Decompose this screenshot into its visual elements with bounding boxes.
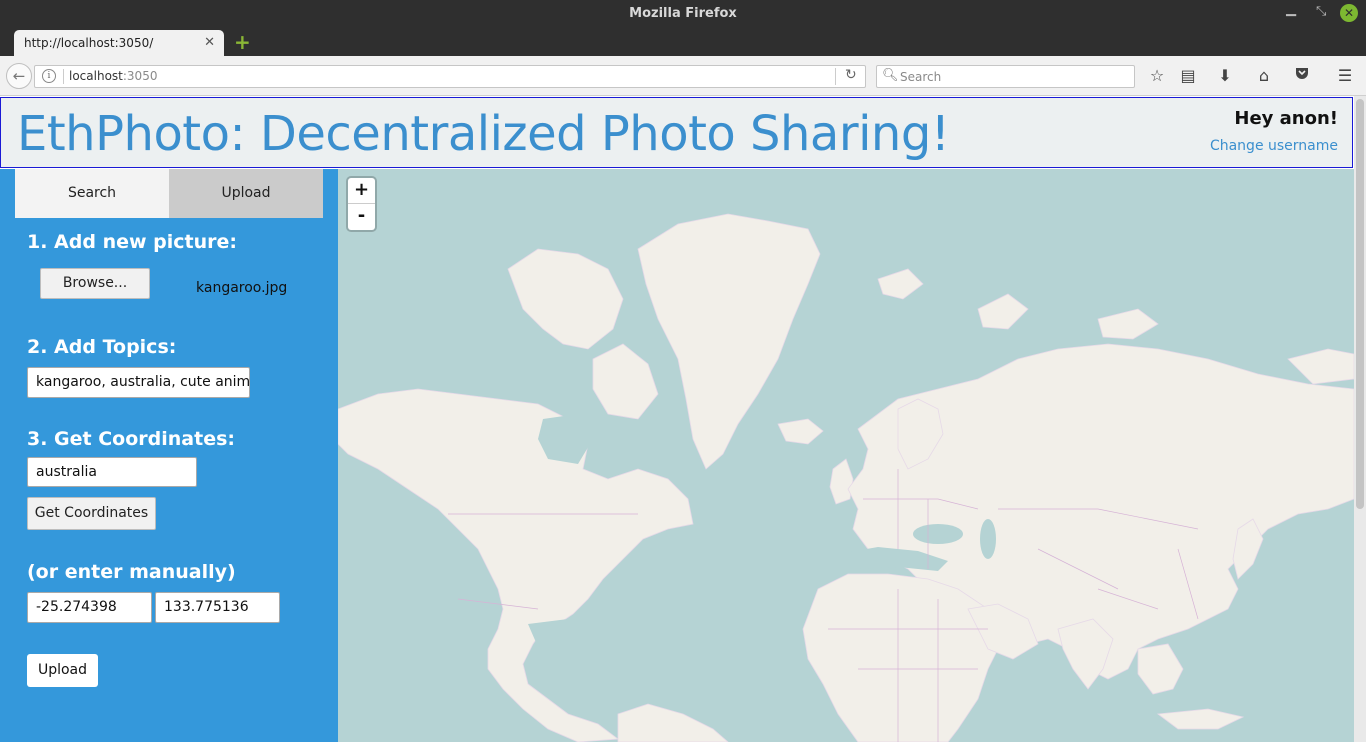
url-separator (63, 69, 64, 84)
zoom-in-button[interactable]: + (348, 178, 375, 204)
url-bar[interactable]: i localhost:3050 ↻ (34, 65, 866, 88)
menu-icon[interactable]: ☰ (1334, 65, 1356, 87)
pocket-icon[interactable] (1291, 65, 1313, 87)
arctic-islands-land (507, 248, 624, 350)
change-username-link[interactable]: Change username (1210, 138, 1338, 154)
zoom-control: + - (348, 178, 375, 230)
tab-title: http://localhost:3050/ (24, 36, 154, 50)
caspian-sea (980, 519, 996, 559)
novaya-zemlya-land (977, 293, 1029, 330)
upload-button[interactable]: Upload (27, 654, 98, 687)
back-icon[interactable]: ← (6, 63, 32, 89)
siberian-islands-land (1097, 308, 1159, 340)
url-port: :3050 (122, 69, 158, 83)
gulf-of-mexico (528, 619, 588, 649)
browser-tab[interactable]: http://localhost:3050/ ✕ (14, 30, 224, 56)
get-coordinates-button[interactable]: Get Coordinates (27, 497, 156, 530)
location-input[interactable]: australia (27, 457, 197, 487)
window-title: Mozilla Firefox (629, 6, 737, 21)
step1-heading: 1. Add new picture: (27, 231, 237, 253)
zoom-out-button[interactable]: - (348, 204, 375, 230)
sidebar-tabs: Search Upload (15, 169, 323, 218)
url-host: localhost (69, 69, 123, 83)
info-icon[interactable]: i (42, 69, 56, 83)
latitude-input[interactable]: -25.274398 (27, 592, 152, 623)
url-divider (835, 68, 836, 85)
iceland-land (777, 418, 824, 445)
minimize-icon[interactable]: ▁ (1286, 2, 1296, 17)
topics-input[interactable]: kangaroo, australia, cute animal (27, 367, 250, 398)
africa-land (802, 573, 1004, 742)
bookmark-star-icon[interactable]: ☆ (1146, 65, 1168, 87)
page-scrollbar[interactable] (1354, 96, 1366, 742)
tab-upload[interactable]: Upload (169, 169, 323, 218)
nav-bar: ← i localhost:3050 ↻ 🔍︎ Search ☆ ▤ ⬇ ⌂ ☰ (0, 56, 1366, 96)
indonesia-land (1156, 708, 1245, 730)
step3-heading: 3. Get Coordinates: (27, 428, 235, 450)
search-bar[interactable]: 🔍︎ Search (876, 65, 1135, 88)
new-tab-icon[interactable]: + (234, 30, 251, 54)
search-icon: 🔍︎ (882, 68, 899, 83)
restore-icon[interactable]: ⤡ (1316, 4, 1326, 19)
southeast-asia-land (1137, 643, 1184, 695)
download-icon[interactable]: ⬇ (1214, 65, 1236, 87)
manual-entry-heading: (or enter manually) (27, 561, 236, 583)
page: EthPhoto: Decentralized Photo Sharing! H… (0, 96, 1366, 742)
scrollbar-thumb[interactable] (1356, 99, 1364, 509)
app-title: EthPhoto: Decentralized Photo Sharing! (17, 106, 950, 162)
south-america-land (617, 703, 729, 742)
tab-strip: http://localhost:3050/ ✕ + (0, 28, 1366, 56)
chukotka-land (1287, 348, 1354, 385)
selected-file-name: kangaroo.jpg (196, 280, 288, 296)
close-window-icon[interactable]: ✕ (1340, 4, 1358, 22)
step2-heading: 2. Add Topics: (27, 336, 177, 358)
world-map[interactable]: + - (338, 169, 1354, 742)
window-titlebar: Mozilla Firefox ▁ ⤡ ✕ (0, 0, 1366, 28)
longitude-input[interactable]: 133.775136 (155, 592, 280, 623)
svalbard-land (877, 268, 924, 300)
baffin-island-land (592, 343, 659, 420)
browse-button[interactable]: Browse... (40, 268, 150, 299)
tab-search[interactable]: Search (15, 169, 169, 218)
search-placeholder: Search (900, 70, 942, 84)
black-sea (913, 524, 963, 544)
reading-list-icon[interactable]: ▤ (1177, 65, 1199, 87)
home-icon[interactable]: ⌂ (1253, 65, 1275, 87)
tab-close-icon[interactable]: ✕ (204, 35, 215, 50)
greeting: Hey anon! (1234, 108, 1338, 129)
reload-icon[interactable]: ↻ (845, 67, 857, 83)
app-header: EthPhoto: Decentralized Photo Sharing! H… (0, 97, 1353, 168)
uk-land (829, 458, 854, 505)
map-tiles (338, 213, 1354, 742)
url-text[interactable]: localhost:3050 (69, 69, 157, 83)
north-america-land (338, 388, 694, 742)
sidebar: Search Upload 1. Add new picture: Browse… (0, 169, 338, 742)
